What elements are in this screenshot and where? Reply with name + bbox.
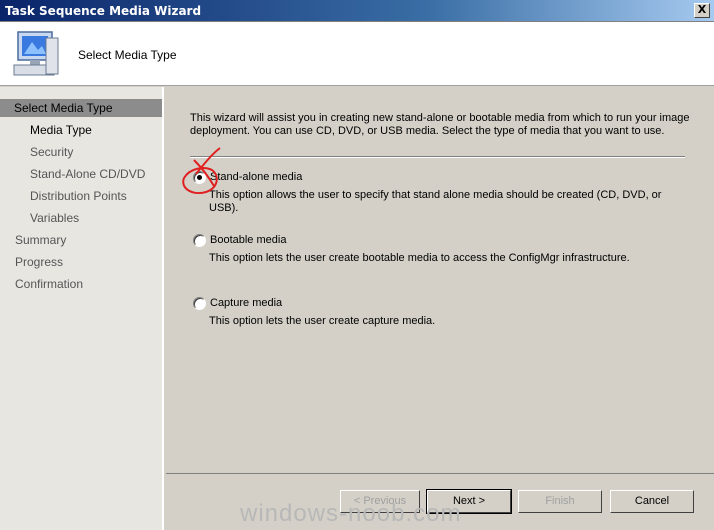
sidebar-item-confirmation: Confirmation	[15, 277, 84, 291]
sidebar-item-distribution-points: Distribution Points	[30, 189, 127, 203]
close-button[interactable]: X	[694, 3, 710, 18]
cancel-button[interactable]: Cancel	[610, 490, 694, 513]
bootable-media-label[interactable]: Bootable media	[210, 234, 286, 246]
sidebar-item-variables: Variables	[30, 211, 80, 225]
capture-media-label[interactable]: Capture media	[210, 297, 282, 309]
wizard-steps-sidebar: Select Media Type Media Type Security St…	[0, 87, 164, 530]
bootable-media-description: This option lets the user create bootabl…	[209, 252, 630, 264]
capture-media-radio[interactable]	[193, 297, 206, 310]
bootable-media-radio[interactable]	[193, 234, 206, 247]
sidebar-item-select-media-type: Select Media Type	[0, 99, 162, 117]
sidebar-item-summary: Summary	[15, 233, 67, 247]
option-capture-media[interactable]: Capture media This option lets the user …	[190, 297, 690, 329]
separator	[190, 156, 685, 158]
sidebar-item-security: Security	[30, 145, 74, 159]
sidebar-item-stand-alone-cd-dvd: Stand-Alone CD/DVD	[30, 167, 146, 181]
page-title: Select Media Type	[78, 48, 177, 62]
wizard-content: This wizard will assist you in creating …	[166, 87, 714, 473]
option-stand-alone-media[interactable]: Stand-alone media This option allows the…	[190, 171, 690, 214]
computer-icon	[13, 31, 59, 76]
option-bootable-media[interactable]: Bootable media This option lets the user…	[190, 234, 690, 266]
capture-media-description: This option lets the user create capture…	[209, 315, 436, 327]
close-icon: X	[697, 3, 707, 16]
finish-button[interactable]: Finish	[518, 490, 602, 513]
window-title: Task Sequence Media Wizard	[5, 4, 202, 18]
sidebar-item-progress: Progress	[15, 255, 64, 269]
stand-alone-media-description: This option allows the user to specify t…	[209, 189, 662, 214]
wizard-header: Select Media Type	[0, 22, 714, 86]
intro-text: This wizard will assist you in creating …	[190, 112, 690, 137]
title-bar[interactable]: Task Sequence Media Wizard X	[0, 0, 714, 22]
watermark: windows-noob.com	[240, 500, 462, 527]
sidebar-item-media-type: Media Type	[30, 123, 92, 137]
red-annotation-mark	[182, 147, 221, 194]
